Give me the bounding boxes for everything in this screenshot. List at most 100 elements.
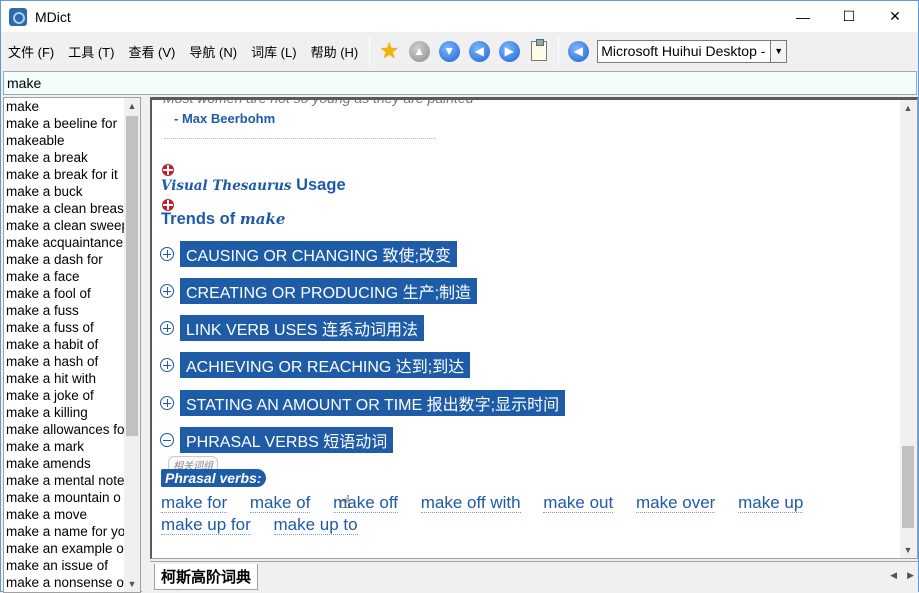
sense-category[interactable]: CREATING OR PRODUCING 生产;制造: [160, 278, 478, 304]
tab-next-icon[interactable]: ▶: [907, 570, 914, 581]
phrasal-verb-link[interactable]: make up for: [161, 515, 251, 535]
phrasal-verb-link[interactable]: make over: [635, 493, 716, 513]
voice-select[interactable]: Microsoft Huihui Desktop - ▼: [597, 39, 788, 63]
word-list-item[interactable]: make a hash of: [4, 353, 126, 370]
sense-category-label[interactable]: LINK VERB USES 连系动词用法: [180, 315, 425, 341]
sense-category-label[interactable]: STATING AN AMOUNT OR TIME 报出数字;显示时间: [180, 390, 566, 416]
word-list-item[interactable]: make a clean sweep: [4, 217, 126, 234]
close-button[interactable]: ✕: [872, 1, 918, 32]
forward-button[interactable]: ▶: [494, 36, 524, 66]
word-list-items: make make a beeline for makeable make a bre…: [4, 98, 126, 591]
phrasal-verb-link[interactable]: make up: [738, 493, 804, 513]
trends-heading: Trends of make: [161, 210, 285, 229]
word-list-item[interactable]: make a habit of: [4, 336, 126, 353]
word-list-item[interactable]: make a hit with: [4, 370, 126, 387]
content-scrollbar[interactable]: ▲ ▼: [900, 100, 917, 558]
chevron-down-icon[interactable]: ▼: [770, 40, 787, 62]
word-list-item[interactable]: make a clean breast: [4, 200, 126, 217]
word-list-item[interactable]: make a mental note: [4, 472, 126, 489]
sense-category-label[interactable]: CAUSING OR CHANGING 致使;改变: [180, 241, 457, 267]
word-list-item[interactable]: make acquaintance: [4, 234, 126, 251]
word-list-item[interactable]: make a face: [4, 268, 126, 285]
word-list-scrollbar[interactable]: ▲ ▼: [124, 98, 140, 592]
phrasal-verb-link[interactable]: make off with: [420, 493, 521, 513]
scroll-up-icon[interactable]: ▲: [900, 100, 916, 116]
scroll-down-icon[interactable]: ▼: [900, 542, 916, 558]
phrasal-verb-link[interactable]: make for: [161, 493, 228, 513]
prev-entry-button[interactable]: ▲: [404, 36, 434, 66]
sense-category-label[interactable]: PHRASAL VERBS 短语动词: [180, 427, 394, 453]
word-list-item[interactable]: make a break for it: [4, 166, 126, 183]
pane-splitter[interactable]: [142, 97, 150, 593]
word-list-item[interactable]: make a dash for: [4, 251, 126, 268]
tab-dictionary[interactable]: 柯斯高阶词典: [154, 564, 259, 590]
word-list-item[interactable]: make a buck: [4, 183, 126, 200]
word-list-item[interactable]: make a name for yo: [4, 523, 126, 540]
clipboard-button[interactable]: [524, 36, 554, 66]
phrasal-verb-link[interactable]: make up to: [273, 515, 358, 535]
word-list-item[interactable]: make a killing: [4, 404, 126, 421]
word-list-item[interactable]: make: [4, 98, 126, 115]
expand-icon[interactable]: [160, 321, 174, 335]
phrasal-verb-link[interactable]: make of: [249, 493, 311, 513]
tab-prev-icon[interactable]: ◀: [890, 570, 897, 581]
word-list-item[interactable]: make a fuss: [4, 302, 126, 319]
word-list-item[interactable]: make a break: [4, 149, 126, 166]
sense-category[interactable]: STATING AN AMOUNT OR TIME 报出数字;显示时间: [160, 390, 566, 416]
back-button[interactable]: ◀: [464, 36, 494, 66]
word-list-item[interactable]: make allowances for: [4, 421, 126, 438]
next-entry-button[interactable]: ▼: [434, 36, 464, 66]
star-icon: ★: [379, 38, 400, 63]
sense-category-label[interactable]: CREATING OR PRODUCING 生产;制造: [180, 278, 478, 304]
menu-library[interactable]: 词库 (L): [244, 42, 304, 61]
expand-icon[interactable]: [160, 358, 174, 372]
sense-category[interactable]: CAUSING OR CHANGING 致使;改变: [160, 241, 457, 267]
favorite-button[interactable]: ★: [374, 36, 404, 66]
scrollbar-thumb[interactable]: [126, 116, 138, 436]
maximize-button[interactable]: ☐: [826, 1, 872, 32]
word-list-item[interactable]: make a move: [4, 506, 126, 523]
word-list-item[interactable]: make an example o: [4, 540, 126, 557]
sense-category-label[interactable]: ACHIEVING OR REACHING 达到;到达: [180, 352, 471, 378]
tab-scroll-arrows: ◀ ▶: [890, 570, 914, 581]
usage-label: Usage: [296, 176, 346, 194]
menu-view[interactable]: 查看 (V): [121, 42, 182, 61]
collapse-icon[interactable]: [160, 433, 174, 447]
menu-file[interactable]: 文件 (F): [1, 42, 61, 61]
minimize-button[interactable]: —: [780, 1, 826, 32]
quote-text: Most women are not so young as they are …: [163, 97, 474, 106]
menu-help[interactable]: 帮助 (H): [304, 42, 366, 61]
expand-icon[interactable]: [160, 247, 174, 261]
word-list-item[interactable]: make a fool of: [4, 285, 126, 302]
entry-content: Most women are not so young as they are …: [150, 97, 918, 559]
word-list-item[interactable]: make a mark: [4, 438, 126, 455]
clipboard-icon: [531, 39, 548, 61]
trends-prefix: Trends of: [161, 210, 236, 228]
menu-tools[interactable]: 工具 (T): [61, 42, 121, 61]
menu-navigate[interactable]: 导航 (N): [182, 42, 244, 61]
sense-category[interactable]: LINK VERB USES 连系动词用法: [160, 315, 425, 341]
scrollbar-thumb[interactable]: [902, 446, 914, 528]
arrow-down-icon: ▼: [438, 40, 460, 62]
collapse-section-icon[interactable]: [162, 164, 174, 176]
word-list-item[interactable]: make an issue of: [4, 557, 126, 574]
search-input[interactable]: make: [3, 71, 917, 95]
word-list-item[interactable]: makeable: [4, 132, 126, 149]
speak-button[interactable]: ◀: [563, 36, 593, 66]
arrow-left-icon: ◀: [468, 40, 490, 62]
sense-category[interactable]: PHRASAL VERBS 短语动词: [160, 427, 394, 453]
word-list-item[interactable]: make amends: [4, 455, 126, 472]
word-list-item[interactable]: make a joke of: [4, 387, 126, 404]
hand-cursor-icon: ☝: [340, 492, 351, 512]
sense-category[interactable]: ACHIEVING OR REACHING 达到;到达: [160, 352, 471, 378]
scroll-up-icon[interactable]: ▲: [124, 98, 140, 114]
word-list-item[interactable]: make a nonsense o: [4, 574, 126, 591]
phrasal-verb-link[interactable]: make out: [543, 493, 614, 513]
window-controls: — ☐ ✕: [780, 1, 918, 32]
expand-icon[interactable]: [160, 396, 174, 410]
scroll-down-icon[interactable]: ▼: [124, 576, 140, 592]
word-list-item[interactable]: make a beeline for: [4, 115, 126, 132]
word-list-item[interactable]: make a mountain o: [4, 489, 126, 506]
expand-icon[interactable]: [160, 284, 174, 298]
word-list-item[interactable]: make a fuss of: [4, 319, 126, 336]
